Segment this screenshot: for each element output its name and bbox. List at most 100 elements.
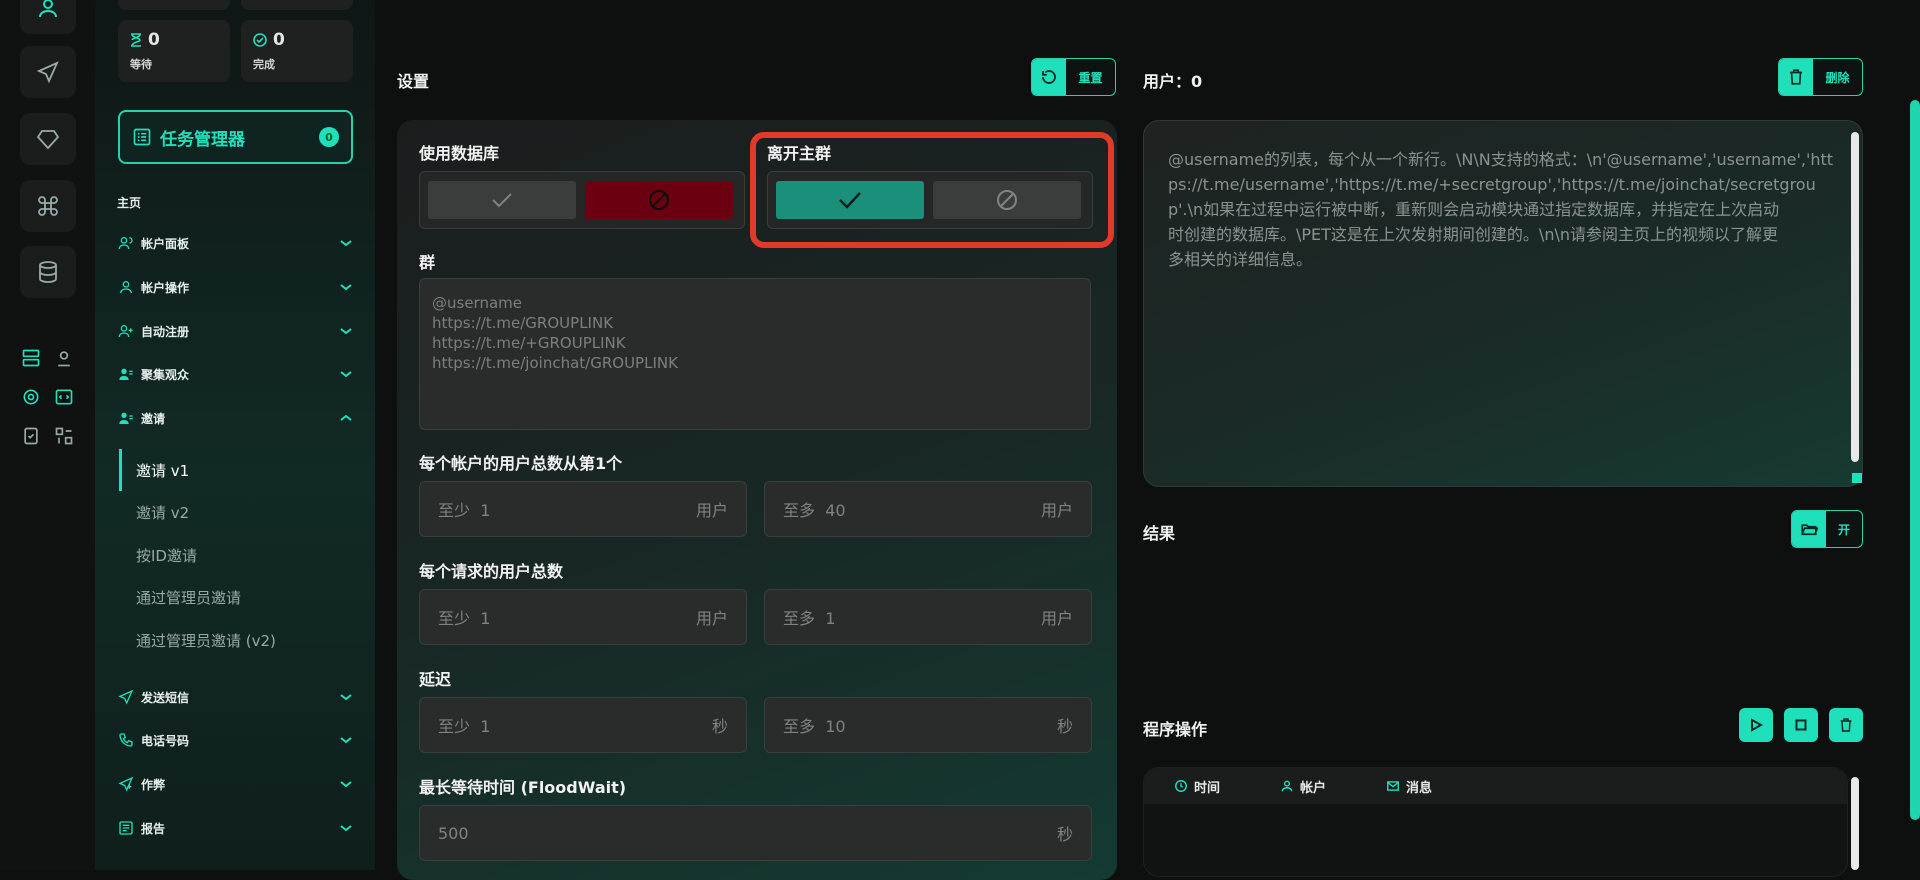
user-invite-icon [117,409,135,427]
floodwait-input[interactable]: 500 秒 [419,805,1092,861]
sidebar-item-label: 作弊 [141,777,166,792]
unit-label: 用户 [695,609,728,628]
user-plus-icon [117,322,135,340]
sub-item-invite-by-id[interactable]: 按ID邀请 [136,545,197,566]
chevron-down-icon [340,694,352,701]
delay-label: 延迟 [419,670,452,689]
folder-open-icon [1792,511,1826,547]
grid-icon[interactable] [52,424,76,448]
max-value: 10 [825,717,846,736]
max-value: 40 [825,501,846,520]
home-heading: 主页 [117,196,142,210]
gear-icon[interactable] [19,385,43,409]
use-db-no-button[interactable] [585,181,733,219]
users-title: 用户：0 [1143,72,1203,91]
log-col-message[interactable]: 消息 [1386,777,1432,796]
task-count-badge: 0 [319,127,339,147]
profile-icon[interactable] [20,0,76,34]
log-col-label: 时间 [1194,780,1221,796]
users-per-request-label: 每个请求的用户总数 [419,562,564,581]
sidebar-item-account-ops[interactable]: 帐户操作 [117,276,353,298]
sidebar-item-label: 电话号码 [141,733,190,748]
sidebar-item-account-panel[interactable]: 帐户面板 [117,232,353,254]
sidebar-item-label: 帐户操作 [141,280,190,295]
sidebar-item-cheat[interactable]: 作弊 [117,773,353,795]
sidebar: 0 等待 0 完成 任务管理器 0 主页 帐户面板 帐户操作 自动注册 聚集观众 [95,0,375,870]
min-value: 1 [480,609,491,628]
sidebar-item-invite[interactable]: 邀请 [117,407,353,429]
mail-icon [1387,781,1399,791]
trash-icon [1840,718,1852,732]
code-icon[interactable] [52,385,76,409]
users-per-request-min-input[interactable]: 至少 1 用户 [419,589,747,645]
chevron-up-icon [340,414,352,421]
log-table: 时间 帐户 消息 [1143,767,1848,877]
min-value: 1 [480,717,491,736]
placeholder-line: @username的列表，每个从一个新行。\N\N支持的格式：\n'@usern… [1168,150,1834,169]
stop-button[interactable] [1784,708,1818,742]
placeholder-line: p'.\n如果在过程中运行被中断，重新则会启动模块通过指定数据库，并指定在上次启… [1168,200,1780,219]
users-textarea[interactable]: @username的列表，每个从一个新行。\N\N支持的格式：\n'@usern… [1143,120,1863,487]
group-textarea[interactable]: @username https://t.me/GROUPLINK https:/… [419,278,1091,430]
reset-button[interactable]: 重置 [1031,58,1116,96]
database-icon[interactable] [20,246,76,298]
highlight-box [750,132,1114,248]
report-icon [117,819,135,837]
log-col-label: 帐户 [1300,780,1327,796]
server-list-icon[interactable] [19,346,43,370]
page-scrollbar[interactable] [1910,100,1920,820]
location-user-icon[interactable] [52,346,76,370]
delete-label: 删除 [1825,70,1850,85]
unit-label: 秒 [1056,825,1073,844]
sub-item-invite-admin[interactable]: 通过管理员邀请 [136,587,241,608]
settings-title: 设置 [397,72,430,91]
sidebar-item-report[interactable]: 报告 [117,817,353,839]
diamond-icon[interactable] [20,113,76,165]
stat-done-value: 0 [273,30,285,50]
task-manager-button[interactable]: 任务管理器 0 [118,110,353,164]
sidebar-item-label: 发送短信 [141,690,190,705]
clear-log-button[interactable] [1829,708,1863,742]
open-button[interactable]: 开 [1791,510,1863,548]
delay-max-input[interactable]: 至多 10 秒 [764,697,1092,753]
resize-handle[interactable] [1852,473,1862,483]
unit-label: 用户 [1040,609,1073,628]
users-per-account-min-input[interactable]: 至少 1 用户 [419,481,747,537]
document-check-icon[interactable] [19,424,43,448]
chevron-down-icon [340,781,352,788]
sub-item-invite-v2[interactable]: 邀请 v2 [136,502,189,523]
play-button[interactable] [1739,708,1773,742]
log-header: 时间 帐户 消息 [1144,768,1847,804]
command-icon[interactable] [20,180,76,232]
send-icon[interactable] [20,46,76,98]
sidebar-item-label: 聚集观众 [141,367,190,382]
sidebar-item-gather-audience[interactable]: 聚集观众 [117,363,353,385]
max-prefix: 至多 [783,501,816,520]
placeholder-line: ps://t.me/username','https://t.me/+secre… [1168,175,1816,194]
log-col-account[interactable]: 帐户 [1280,777,1326,796]
users-per-account-label: 每个帐户的用户总数从第1个 [419,454,623,473]
users-per-request-max-input[interactable]: 至多 1 用户 [764,589,1092,645]
unit-label: 秒 [1056,717,1073,736]
use-db-yes-button[interactable] [428,181,576,219]
delete-button[interactable]: 删除 [1778,58,1863,96]
sub-item-invite-admin-v2[interactable]: 通过管理员邀请 (v2) [136,630,276,651]
user-group-icon [117,365,135,383]
chevron-down-icon [340,328,352,335]
use-db-label: 使用数据库 [419,144,500,163]
users-scrollbar[interactable] [1851,132,1859,462]
task-manager-label: 任务管理器 [160,129,245,150]
delay-min-input[interactable]: 至少 1 秒 [419,697,747,753]
sidebar-item-phone-number[interactable]: 电话号码 [117,729,353,751]
sidebar-item-send-sms[interactable]: 发送短信 [117,686,353,708]
sidebar-item-auto-register[interactable]: 自动注册 [117,320,353,342]
users-per-account-max-input[interactable]: 至多 40 用户 [764,481,1092,537]
chevron-down-icon [340,371,352,378]
sub-item-invite-v1[interactable]: 邀请 v1 [136,460,189,481]
log-col-time[interactable]: 时间 [1174,777,1220,796]
icon-rail [0,0,95,870]
log-scrollbar[interactable] [1851,777,1859,870]
stat-done-label: 完成 [253,58,275,71]
open-label: 开 [1837,522,1850,537]
placeholder-line: 多相关的详细信息。 [1168,250,1313,269]
